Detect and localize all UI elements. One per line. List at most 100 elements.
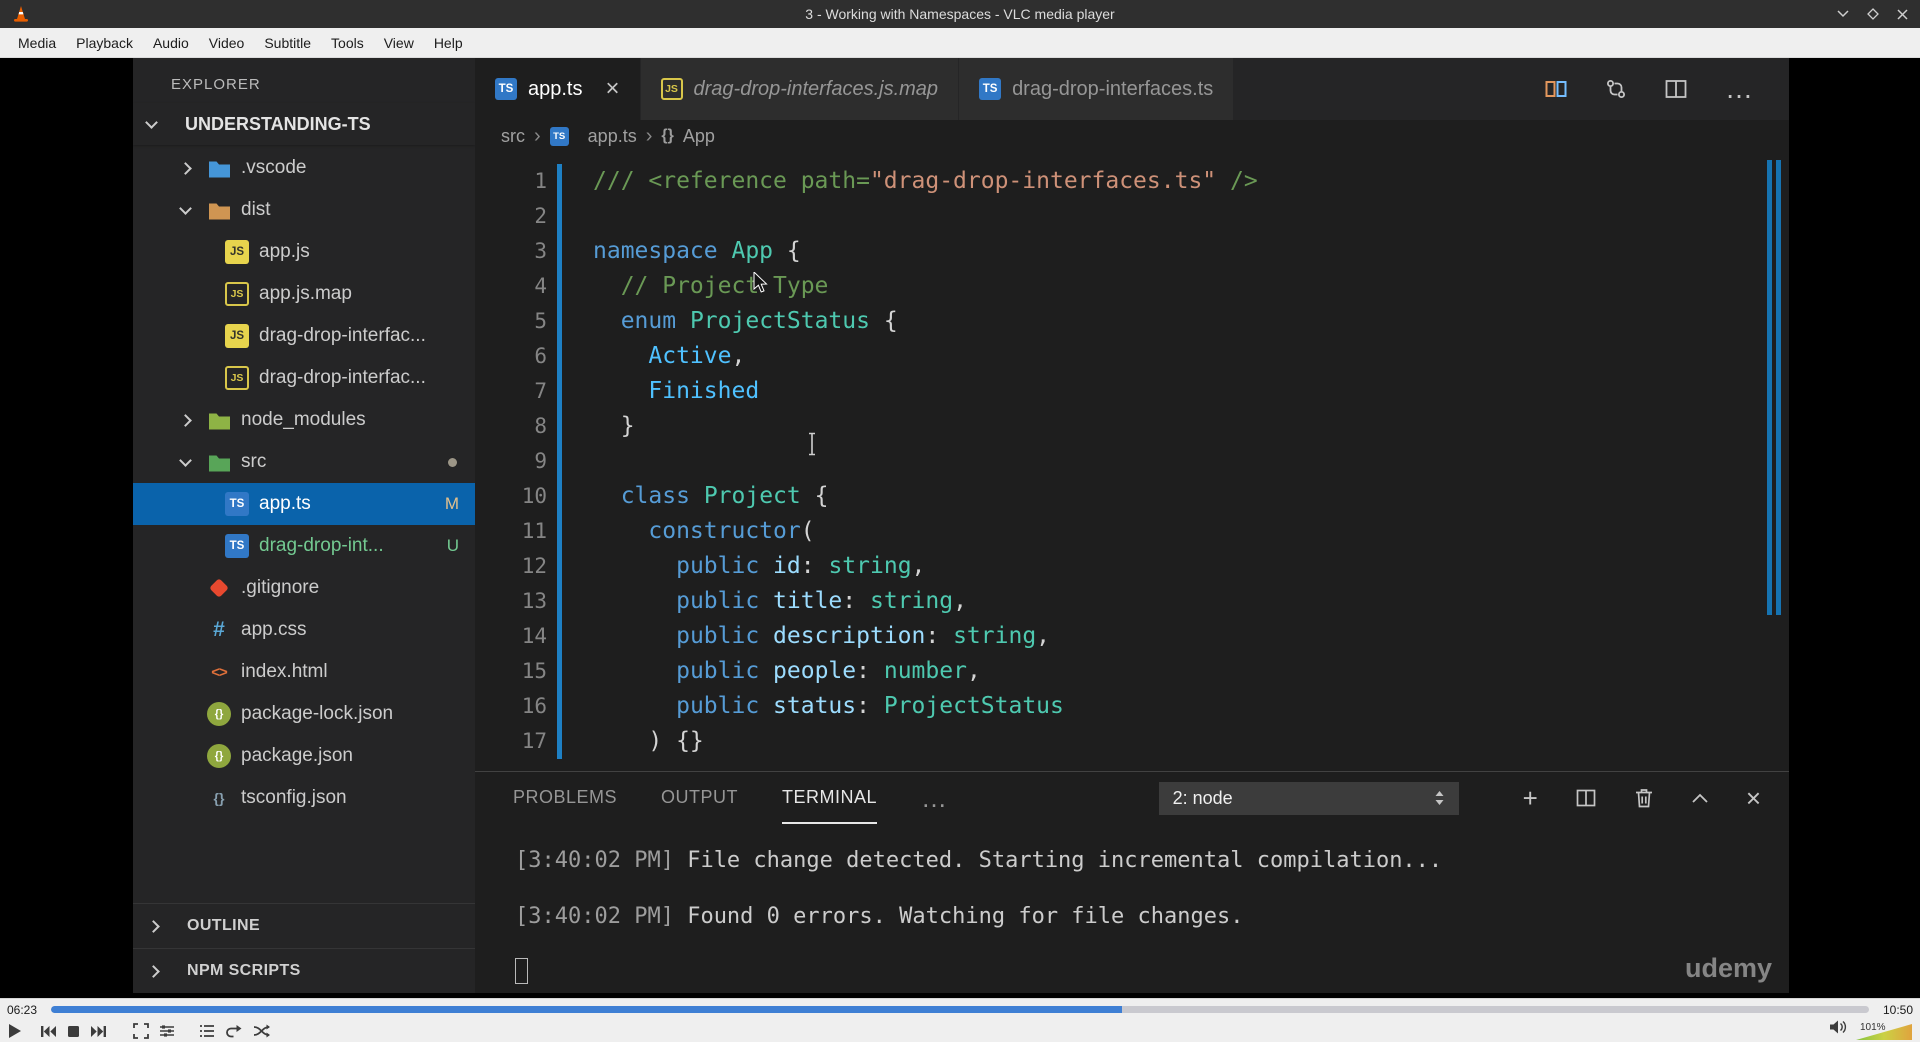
code-line[interactable]: 14 public description: string, (475, 619, 1789, 654)
line-number[interactable]: 11 (475, 514, 547, 549)
line-number[interactable]: 8 (475, 409, 547, 444)
code-line[interactable]: 5 enum ProjectStatus { (475, 304, 1789, 339)
menu-item-subtitle[interactable]: Subtitle (254, 30, 321, 56)
code-line[interactable]: 7 Finished (475, 374, 1789, 409)
panel-tab-output[interactable]: OUTPUT (661, 772, 738, 824)
tab-app.ts[interactable]: TS app.ts × (475, 58, 641, 120)
next-button[interactable] (90, 1025, 107, 1038)
tree-item-dist[interactable]: dist (133, 189, 475, 231)
line-number[interactable]: 3 (475, 234, 547, 269)
npm-scripts-section[interactable]: NPM SCRIPTS (133, 948, 475, 993)
split-terminal-icon[interactable] (1576, 788, 1596, 808)
menu-item-view[interactable]: View (374, 30, 424, 56)
line-number[interactable]: 5 (475, 304, 547, 339)
seek-slider[interactable] (51, 1006, 1869, 1013)
split-editor-icon[interactable] (1665, 78, 1687, 100)
minimize-button[interactable] (1837, 10, 1849, 18)
terminal-shell-select[interactable]: 2: node (1158, 781, 1459, 815)
line-number[interactable]: 2 (475, 199, 547, 234)
project-root-row[interactable]: UNDERSTANDING-TS (133, 103, 475, 145)
tab-drag-drop-interfaces.ts[interactable]: TS drag-drop-interfaces.ts (959, 58, 1235, 120)
tree-item-index.html[interactable]: <> index.html (133, 651, 475, 693)
line-number[interactable]: 1 (475, 164, 547, 199)
line-number[interactable]: 9 (475, 444, 547, 479)
line-number[interactable]: 15 (475, 654, 547, 689)
panel-tab-terminal[interactable]: TERMINAL (782, 772, 878, 824)
breadcrumb-item-symbol[interactable]: App (683, 126, 715, 147)
tree-item-package.json[interactable]: {} package.json (133, 735, 475, 777)
volume-control[interactable]: 101% (1828, 1020, 1912, 1040)
tree-item-drag-drop-interfac...[interactable]: JS drag-drop-interfac... (133, 357, 475, 399)
tree-item-tsconfig.json[interactable]: {} tsconfig.json (133, 777, 475, 819)
tab-drag-drop-interfaces.js.map[interactable]: JS drag-drop-interfaces.js.map (640, 58, 960, 120)
tree-item-node-modules[interactable]: node_modules (133, 399, 475, 441)
line-number[interactable]: 7 (475, 374, 547, 409)
maximize-panel-icon[interactable] (1692, 793, 1708, 803)
maximize-button[interactable] (1867, 8, 1879, 20)
menu-item-video[interactable]: Video (199, 30, 255, 56)
fullscreen-button[interactable] (133, 1023, 149, 1039)
shuffle-button[interactable] (253, 1024, 271, 1038)
line-number[interactable]: 17 (475, 724, 547, 759)
code-line[interactable]: 6 Active, (475, 339, 1789, 374)
tree-item-.vscode[interactable]: .vscode (133, 147, 475, 189)
loop-button[interactable] (225, 1024, 243, 1039)
code-area[interactable]: 1 /// <reference path="drag-drop-interfac… (475, 152, 1789, 771)
line-number[interactable]: 16 (475, 689, 547, 724)
menu-item-audio[interactable]: Audio (143, 30, 199, 56)
tree-item-app.js[interactable]: JS app.js (133, 231, 475, 273)
play-button[interactable] (8, 1023, 22, 1039)
line-number[interactable]: 4 (475, 269, 547, 304)
tree-item-drag-drop-int...[interactable]: TS drag-drop-int... U (133, 525, 475, 567)
panel-more-actions-icon[interactable]: … (921, 772, 948, 824)
close-panel-icon[interactable]: × (1746, 785, 1761, 811)
code-line[interactable]: 10 class Project { (475, 479, 1789, 514)
outline-section[interactable]: OUTLINE (133, 903, 475, 948)
code-line[interactable]: 15 public people: number, (475, 654, 1789, 689)
code-line[interactable]: 17 ) {} (475, 724, 1789, 759)
git-compare-icon[interactable] (1605, 78, 1627, 100)
code-line[interactable]: 9 (475, 444, 1789, 479)
tree-item-src[interactable]: src (133, 441, 475, 483)
playlist-button[interactable] (199, 1024, 215, 1038)
code-line[interactable]: 3 namespace App { (475, 234, 1789, 269)
stop-button[interactable] (67, 1025, 80, 1038)
video-surface[interactable]: EXPLORER UNDERSTANDING-TS .vscode dist JS a… (0, 58, 1920, 998)
tree-item-app.js.map[interactable]: JS app.js.map (133, 273, 475, 315)
tree-item-package-lock.json[interactable]: {} package-lock.json (133, 693, 475, 735)
code-line[interactable]: 16 public status: ProjectStatus (475, 689, 1789, 724)
kill-terminal-icon[interactable] (1634, 787, 1654, 809)
line-number[interactable]: 14 (475, 619, 547, 654)
tree-item-drag-drop-interfac...[interactable]: JS drag-drop-interfac... (133, 315, 475, 357)
panel-tab-problems[interactable]: PROBLEMS (513, 772, 617, 824)
tree-item-app.ts[interactable]: TS app.ts M (133, 483, 475, 525)
line-number[interactable]: 10 (475, 479, 547, 514)
code-line[interactable]: 11 constructor( (475, 514, 1789, 549)
code-line[interactable]: 4 // Project Type (475, 269, 1789, 304)
new-terminal-icon[interactable]: + (1523, 785, 1538, 811)
previous-button[interactable] (40, 1025, 57, 1038)
code-line[interactable]: 12 public id: string, (475, 549, 1789, 584)
line-number[interactable]: 12 (475, 549, 547, 584)
line-number[interactable]: 13 (475, 584, 547, 619)
menu-item-tools[interactable]: Tools (321, 30, 374, 56)
code-line[interactable]: 8 } (475, 409, 1789, 444)
code-line[interactable]: 2 (475, 199, 1789, 234)
line-number[interactable]: 6 (475, 339, 547, 374)
tree-item-app.css[interactable]: # app.css (133, 609, 475, 651)
extended-settings-button[interactable] (159, 1024, 175, 1038)
breadcrumb-item-src[interactable]: src (501, 126, 525, 147)
menu-item-media[interactable]: Media (8, 30, 66, 56)
close-tab-icon[interactable]: × (605, 77, 619, 101)
more-actions-icon[interactable]: … (1725, 75, 1753, 103)
menu-item-help[interactable]: Help (424, 30, 473, 56)
volume-slider[interactable]: 101% (1856, 1022, 1912, 1040)
code-line[interactable]: 1 /// <reference path="drag-drop-interfac… (475, 164, 1789, 199)
open-changes-icon[interactable] (1545, 78, 1567, 100)
code-line[interactable]: 13 public title: string, (475, 584, 1789, 619)
close-button[interactable] (1897, 8, 1908, 20)
tree-item-.gitignore[interactable]: .gitignore (133, 567, 475, 609)
breadcrumb-item-file[interactable]: app.ts (588, 126, 637, 147)
menu-item-playback[interactable]: Playback (66, 30, 143, 56)
terminal-output[interactable]: [3:40:02 PM] File change detected. Start… (475, 824, 1789, 993)
